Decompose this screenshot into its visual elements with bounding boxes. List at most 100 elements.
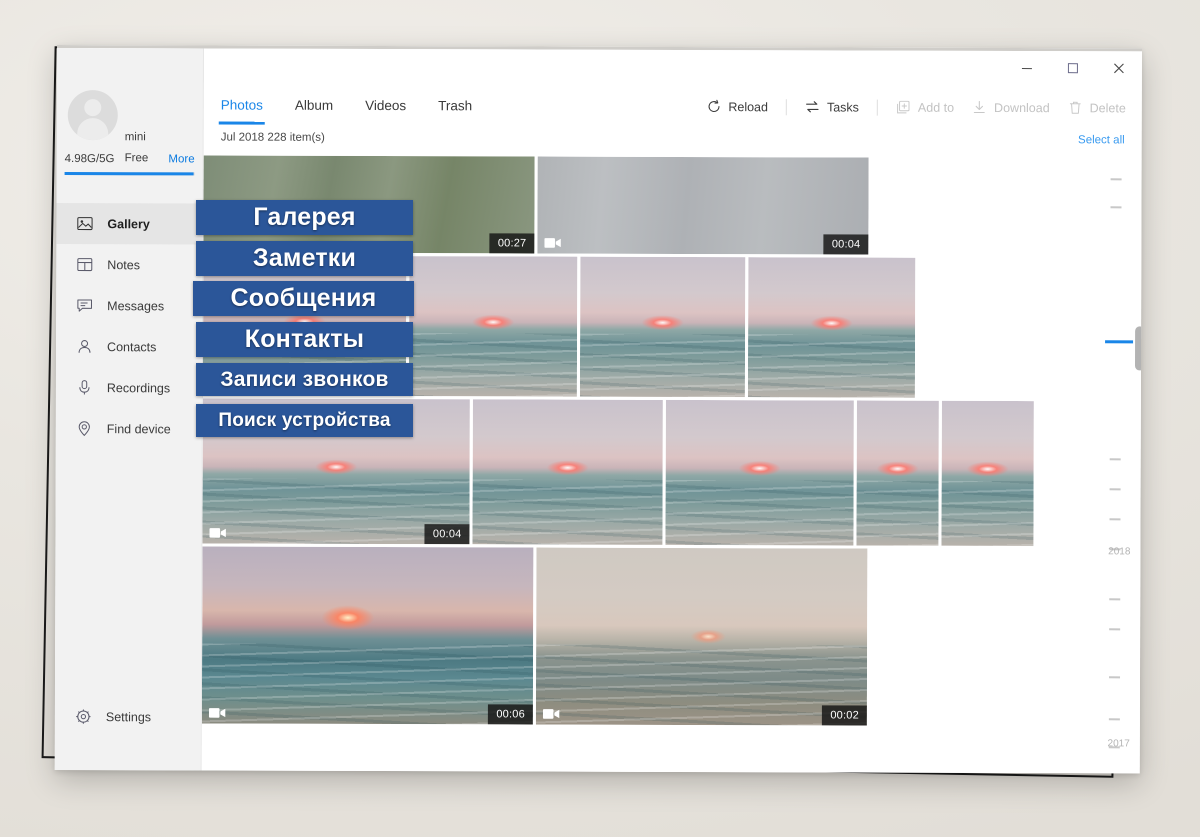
- photo-grid-row: 00:06 00:02: [201, 546, 1099, 726]
- sidebar-item-find-device[interactable]: Find device: [56, 408, 202, 449]
- sidebar-item-gallery[interactable]: Gallery: [56, 202, 203, 245]
- sidebar-item-settings[interactable]: Settings: [55, 696, 201, 737]
- video-camera-icon: [544, 236, 561, 248]
- timeline-tick: [1108, 718, 1120, 720]
- video-camera-icon: [542, 707, 560, 719]
- storage-bar-fill: [64, 172, 195, 176]
- avatar-body: [77, 118, 109, 141]
- maximize-icon: [1067, 63, 1078, 74]
- tab-bar: Photos Album Videos Trash: [221, 83, 504, 129]
- minimize-button[interactable]: [1004, 51, 1050, 85]
- window-controls: [1004, 51, 1142, 85]
- sidebar-item-label: Gallery: [107, 216, 150, 231]
- annotation-label: Поиск устройства: [196, 404, 413, 437]
- select-all-link[interactable]: Select all: [1078, 134, 1125, 146]
- top-toolbar: Photos Album Videos Trash Reload Tasks Add to…: [204, 82, 1142, 130]
- maximize-button[interactable]: [1050, 51, 1096, 85]
- wave-texture: [747, 334, 916, 398]
- timeline-tick: [1109, 458, 1121, 460]
- timeline-tick: [1109, 518, 1121, 520]
- wave-texture: [201, 643, 534, 725]
- video-duration-badge: 00:06: [488, 704, 533, 725]
- video-thumbnail[interactable]: 00:02: [535, 547, 868, 726]
- action-buttons: Reload Tasks Add to Download Delete: [688, 84, 1126, 130]
- title-bar: [56, 47, 1142, 86]
- timeline-tick: [1109, 598, 1121, 600]
- avatar-head: [84, 99, 102, 117]
- thumbnail-image: [537, 156, 869, 255]
- wave-texture: [941, 480, 1034, 547]
- sidebar-item-settings-label: Settings: [105, 709, 152, 724]
- video-camera-icon: [209, 525, 226, 538]
- timeline-year-label: 2017: [1107, 738, 1130, 750]
- action-add-to-button: Add to: [896, 100, 954, 115]
- storage-text: 4.98G/5G: [64, 153, 115, 166]
- close-button[interactable]: [1096, 51, 1142, 85]
- transfer-icon: [805, 99, 820, 114]
- sidebar-item-label: Notes: [107, 257, 140, 272]
- toolbar-separator: [785, 98, 788, 115]
- video-duration-badge: 00:27: [489, 233, 535, 254]
- close-icon: [1114, 63, 1124, 74]
- photo-thumbnail[interactable]: [408, 256, 578, 397]
- video-duration-badge: 00:04: [823, 234, 869, 255]
- timeline-cursor[interactable]: [1105, 340, 1134, 343]
- photo-thumbnail[interactable]: [665, 399, 854, 546]
- sidebar-item-label: Messages: [107, 298, 165, 313]
- location-icon: [76, 420, 93, 437]
- message-icon: [76, 297, 93, 314]
- wave-texture: [579, 333, 746, 398]
- trash-icon: [1068, 100, 1083, 115]
- avatar[interactable]: [67, 90, 118, 141]
- action-reload-button[interactable]: Reload: [706, 99, 768, 114]
- sidebar-nav: Gallery Notes Messages Contacts Recordings Fi…: [56, 202, 203, 449]
- gear-icon: [75, 708, 92, 725]
- timeline-tick: [1109, 628, 1121, 630]
- tab-trash[interactable]: Trash: [438, 83, 472, 128]
- sidebar-item-contacts[interactable]: Contacts: [56, 326, 202, 367]
- sidebar-item-messages[interactable]: Messages: [56, 285, 202, 326]
- microphone-icon: [76, 379, 93, 396]
- action-label: Reload: [728, 99, 769, 114]
- tab-photos[interactable]: Photos: [221, 83, 263, 128]
- video-duration-badge: 00:04: [424, 524, 470, 545]
- action-label: Add to: [917, 100, 955, 115]
- user-name: mini: [124, 131, 146, 144]
- tab-album[interactable]: Album: [295, 83, 333, 128]
- storage-more-link[interactable]: More: [168, 153, 194, 165]
- sidebar-item-recordings[interactable]: Recordings: [56, 367, 202, 408]
- tab-videos[interactable]: Videos: [365, 83, 406, 128]
- storage-row: 4.98G/5G More: [65, 153, 195, 165]
- sidebar-item-label: Recordings: [106, 380, 171, 395]
- photo-thumbnail[interactable]: [579, 256, 746, 398]
- timeline-tick: [1109, 676, 1121, 678]
- photo-thumbnail[interactable]: [941, 400, 1034, 547]
- sidebar: mini Free 4.98G/5G More Gallery Notes Mess…: [54, 47, 204, 771]
- timeline-scrubber[interactable]: 2018 2017: [1097, 158, 1142, 774]
- storage-bar-track: [64, 172, 195, 176]
- action-tasks-button[interactable]: Tasks: [805, 99, 859, 114]
- wave-texture: [408, 333, 578, 397]
- timeline-tick: [1109, 488, 1121, 490]
- sidebar-item-label: Contacts: [107, 339, 157, 354]
- video-thumbnail[interactable]: 00:06: [201, 546, 534, 725]
- wave-texture: [535, 644, 868, 726]
- download-icon: [972, 100, 987, 115]
- action-label: Delete: [1089, 100, 1126, 115]
- sidebar-item-label: Find device: [106, 421, 171, 436]
- photo-thumbnail[interactable]: [856, 400, 939, 546]
- video-thumbnail[interactable]: 00:04: [537, 156, 869, 255]
- sidebar-item-notes[interactable]: Notes: [56, 244, 202, 285]
- refresh-icon: [706, 99, 721, 114]
- date-header: Jul 2018 228 item(s): [220, 131, 325, 144]
- add-to-icon: [896, 100, 911, 115]
- photo-thumbnail[interactable]: [472, 399, 663, 545]
- annotation-label: Записи звонков: [196, 363, 413, 396]
- annotation-label: Контакты: [196, 322, 413, 357]
- action-download-button: Download: [972, 100, 1050, 115]
- photo-thumbnail[interactable]: [747, 257, 916, 398]
- toolbar-separator: [876, 99, 878, 116]
- minimize-icon: [1021, 68, 1032, 70]
- scrollbar-thumb[interactable]: [1134, 326, 1142, 371]
- image-icon: [76, 215, 93, 232]
